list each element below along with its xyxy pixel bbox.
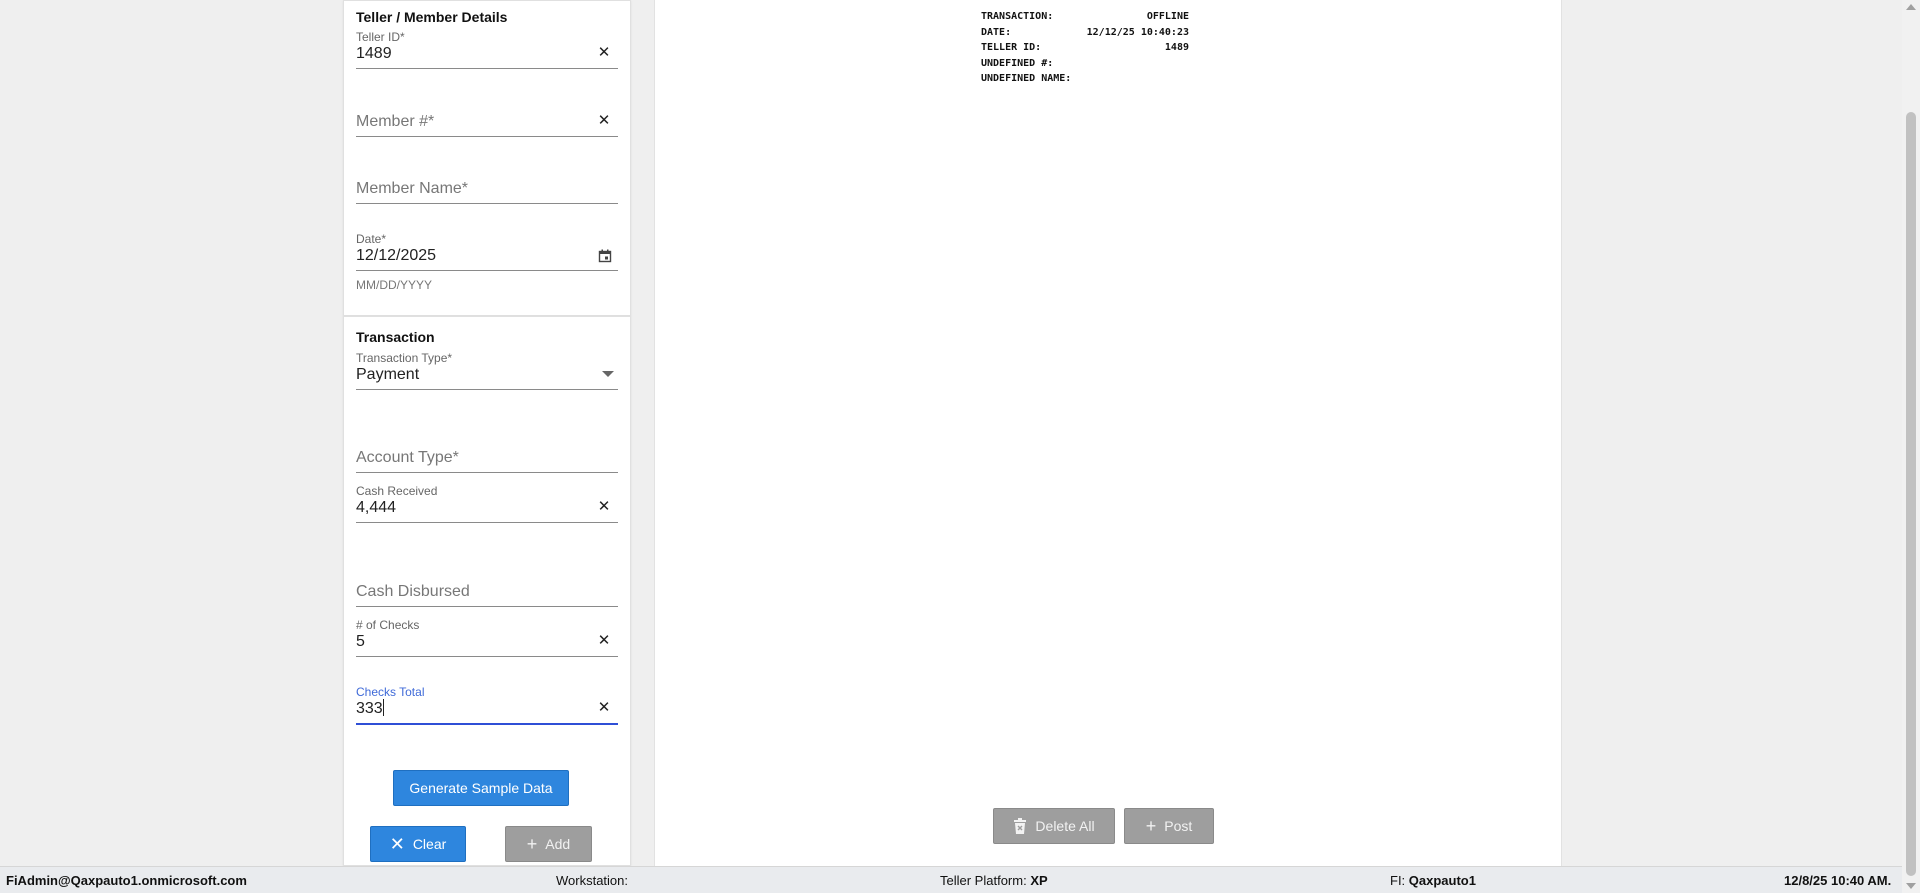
checks-total-underline bbox=[356, 723, 618, 725]
clear-member-number-icon[interactable]: ✕ bbox=[596, 112, 612, 130]
text-cursor bbox=[382, 699, 384, 716]
post-button-label: Post bbox=[1164, 818, 1193, 834]
generate-sample-data-button[interactable]: Generate Sample Data bbox=[393, 770, 569, 806]
delete-all-label: Delete All bbox=[1035, 818, 1095, 834]
generate-sample-data-label: Generate Sample Data bbox=[409, 780, 553, 796]
member-number-placeholder: Member #* bbox=[356, 113, 435, 130]
cash-received-label: Cash Received bbox=[356, 484, 438, 498]
checks-total-label: Checks Total bbox=[356, 685, 425, 699]
status-fi: FI: Qaxpauto1 bbox=[1390, 873, 1476, 888]
clear-button-label: Clear bbox=[412, 836, 447, 852]
section-title-transaction: Transaction bbox=[356, 329, 435, 345]
num-checks-field[interactable]: # of Checks 5 ✕ bbox=[356, 618, 618, 668]
teller-id-field[interactable]: Teller ID* 1489 ✕ bbox=[356, 30, 618, 80]
teller-id-label: Teller ID* bbox=[356, 30, 405, 44]
receipt-label: UNDEFINED NAME: bbox=[981, 73, 1072, 84]
account-type-field[interactable]: Account Type* bbox=[356, 434, 618, 484]
receipt-row: TRANSACTION: OFFLINE bbox=[981, 9, 1189, 25]
clear-checks-total-icon[interactable]: ✕ bbox=[596, 699, 612, 717]
account-type-placeholder: Account Type* bbox=[356, 449, 459, 466]
plus-icon: + bbox=[1145, 816, 1157, 836]
date-label: Date* bbox=[356, 232, 387, 246]
receipt-value: 1489 bbox=[1164, 42, 1189, 53]
receipt-label: DATE: bbox=[981, 26, 1012, 38]
status-fi-label: FI: bbox=[1390, 873, 1406, 888]
transaction-type-value: Payment bbox=[356, 366, 420, 383]
scroll-down-icon[interactable] bbox=[1906, 883, 1916, 889]
receipt-row: UNDEFINED NAME: bbox=[981, 71, 1189, 87]
account-type-underline bbox=[356, 472, 618, 473]
chevron-down-icon[interactable] bbox=[602, 371, 614, 377]
teller-id-value: 1489 bbox=[356, 45, 392, 62]
status-platform-label: Teller Platform: bbox=[940, 873, 1027, 888]
member-name-placeholder: Member Name* bbox=[356, 180, 469, 197]
date-value: 12/12/2025 bbox=[356, 247, 437, 264]
receipt-row: TELLER ID: 1489 bbox=[981, 40, 1189, 56]
receipt-text: TRANSACTION: OFFLINE DATE: 12/12/25 10:40:… bbox=[981, 9, 1189, 87]
status-platform-value: XP bbox=[1030, 873, 1048, 888]
member-number-field[interactable]: Member #* ✕ bbox=[356, 98, 618, 148]
checks-total-field[interactable]: Checks Total 333 ✕ bbox=[356, 685, 618, 735]
post-button[interactable]: + Post bbox=[1124, 808, 1214, 844]
member-name-underline bbox=[356, 203, 618, 204]
cash-received-underline bbox=[356, 522, 618, 523]
clear-num-checks-icon[interactable]: ✕ bbox=[596, 632, 612, 650]
date-helper-text: MM/DD/YYYY bbox=[356, 278, 433, 292]
teller-id-underline bbox=[356, 68, 618, 69]
status-user: FiAdmin@Qaxpauto1.onmicrosoft.com bbox=[6, 873, 247, 888]
receipt-label: UNDEFINED #: bbox=[981, 57, 1054, 69]
cash-received-field[interactable]: Cash Received 4,444 ✕ bbox=[356, 484, 618, 534]
receipt-value: OFFLINE bbox=[1146, 11, 1189, 22]
trash-icon bbox=[1014, 818, 1027, 834]
member-name-field[interactable]: Member Name* bbox=[356, 165, 618, 215]
clear-teller-id-icon[interactable]: ✕ bbox=[596, 44, 612, 62]
transaction-type-underline bbox=[356, 389, 618, 390]
status-bar: FiAdmin@Qaxpauto1.onmicrosoft.com Workst… bbox=[0, 866, 1902, 893]
clear-cash-received-icon[interactable]: ✕ bbox=[596, 498, 612, 516]
receipt-row: DATE: 12/12/25 10:40:23 bbox=[981, 25, 1189, 41]
status-workstation-label: Workstation: bbox=[556, 873, 629, 888]
close-icon: ✕ bbox=[389, 834, 405, 854]
vertical-scrollbar[interactable] bbox=[1902, 0, 1920, 893]
delete-all-button[interactable]: Delete All bbox=[993, 808, 1115, 844]
status-platform: Teller Platform: XP bbox=[940, 873, 1048, 888]
receipt-label: TRANSACTION: bbox=[981, 11, 1054, 22]
scroll-thumb[interactable] bbox=[1906, 112, 1916, 876]
status-fi-value: Qaxpauto1 bbox=[1408, 873, 1476, 888]
receipt-row: UNDEFINED #: bbox=[981, 56, 1189, 72]
left-form-column: Teller / Member Details Teller ID* 1489 … bbox=[343, 0, 631, 866]
receipt-label: TELLER ID: bbox=[981, 42, 1042, 53]
plus-icon: + bbox=[526, 834, 538, 854]
checks-total-value: 333 bbox=[356, 700, 383, 717]
scroll-up-icon[interactable] bbox=[1906, 4, 1916, 10]
receipt-value: 12/12/25 10:40:23 bbox=[1086, 26, 1189, 38]
member-number-underline bbox=[356, 136, 618, 137]
clear-button[interactable]: ✕ Clear bbox=[370, 826, 466, 862]
num-checks-value: 5 bbox=[356, 633, 365, 650]
date-field[interactable]: Date* 12/12/2025 bbox=[356, 232, 618, 282]
date-underline bbox=[356, 270, 618, 271]
teller-app: Teller / Member Details Teller ID* 1489 … bbox=[0, 0, 1902, 866]
checks-total-value-wrap: 333 bbox=[356, 699, 384, 719]
section-title-details: Teller / Member Details bbox=[356, 9, 508, 25]
teller-member-details-card: Teller / Member Details Teller ID* 1489 … bbox=[343, 0, 631, 316]
add-button[interactable]: + Add bbox=[505, 826, 592, 862]
num-checks-label: # of Checks bbox=[356, 618, 420, 632]
cash-disbursed-placeholder: Cash Disbursed bbox=[356, 583, 470, 600]
transaction-type-label: Transaction Type* bbox=[356, 351, 453, 365]
add-button-label: Add bbox=[545, 836, 571, 852]
transaction-card: Transaction Transaction Type* Payment Ac… bbox=[343, 316, 631, 866]
cash-disbursed-field[interactable]: Cash Disbursed bbox=[356, 568, 618, 618]
num-checks-underline bbox=[356, 656, 618, 657]
cash-disbursed-underline bbox=[356, 606, 618, 607]
status-datetime: 12/8/25 10:40 AM. bbox=[1784, 873, 1892, 888]
receipt-preview-panel: TRANSACTION: OFFLINE DATE: 12/12/25 10:40:… bbox=[654, 0, 1562, 866]
transaction-type-select[interactable]: Transaction Type* Payment bbox=[356, 351, 618, 401]
calendar-icon[interactable] bbox=[598, 249, 612, 263]
cash-received-value: 4,444 bbox=[356, 499, 397, 516]
